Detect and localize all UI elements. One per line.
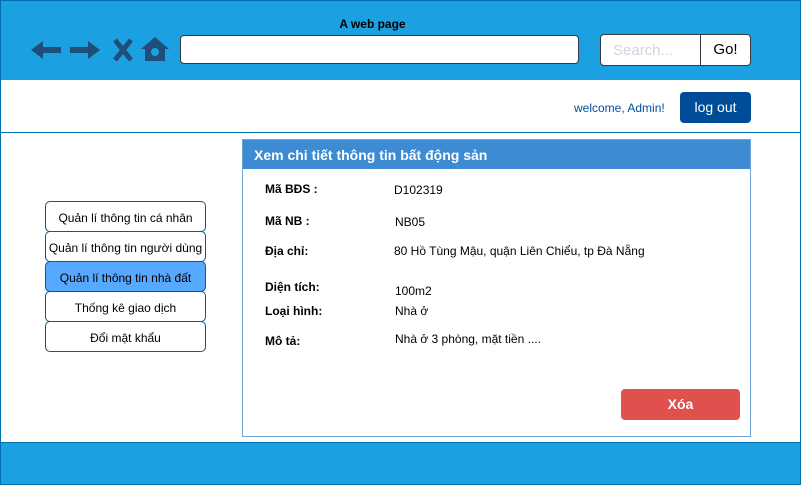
welcome-text: welcome, Admin! bbox=[574, 101, 665, 115]
back-arrow-icon[interactable] bbox=[30, 36, 62, 64]
go-button[interactable]: Go! bbox=[700, 34, 751, 66]
field-value-area: 100m2 bbox=[395, 284, 432, 298]
logout-button[interactable]: log out bbox=[680, 92, 751, 123]
search-input[interactable] bbox=[600, 34, 701, 66]
field-value-property-id: D102319 bbox=[394, 183, 443, 197]
field-value-address: 80 Hồ Tùng Mậu, quận Liên Chiểu, tp Đà N… bbox=[394, 244, 645, 258]
field-label-property-id: Mã BĐS : bbox=[265, 182, 318, 196]
field-label-area: Diện tích: bbox=[265, 280, 320, 294]
sidebar-item-user-management[interactable]: Quản lí thông tin người dùng bbox=[45, 231, 206, 262]
field-value-seller-id: NB05 bbox=[395, 215, 426, 229]
sidebar-item-transaction-stats[interactable]: Thống kê giao dịch bbox=[45, 291, 206, 322]
sidebar-item-personal-info[interactable]: Quản lí thông tin cá nhân bbox=[45, 201, 206, 232]
field-label-description: Mô tả: bbox=[265, 334, 301, 348]
detail-panel-title: Xem chi tiết thông tin bất động sản bbox=[254, 147, 488, 163]
page-title: A web page bbox=[339, 17, 406, 31]
delete-button[interactable]: Xóa bbox=[621, 389, 740, 420]
sidebar-item-property-management[interactable]: Quản lí thông tin nhà đất bbox=[45, 261, 206, 292]
forward-arrow-icon[interactable] bbox=[69, 36, 101, 64]
footer-bar bbox=[0, 442, 801, 485]
field-value-property-type: Nhà ở bbox=[395, 304, 429, 318]
field-label-address: Địa chỉ: bbox=[265, 244, 309, 258]
field-value-description: Nhà ở 3 phòng, mặt tiền .... bbox=[395, 332, 541, 346]
close-icon[interactable] bbox=[112, 36, 134, 64]
sidebar-item-change-password[interactable]: Đổi mật khẩu bbox=[45, 321, 206, 352]
field-label-seller-id: Mã NB : bbox=[265, 214, 310, 228]
home-icon[interactable] bbox=[140, 35, 170, 63]
field-label-property-type: Loại hình: bbox=[265, 304, 323, 318]
url-bar[interactable] bbox=[180, 35, 579, 64]
